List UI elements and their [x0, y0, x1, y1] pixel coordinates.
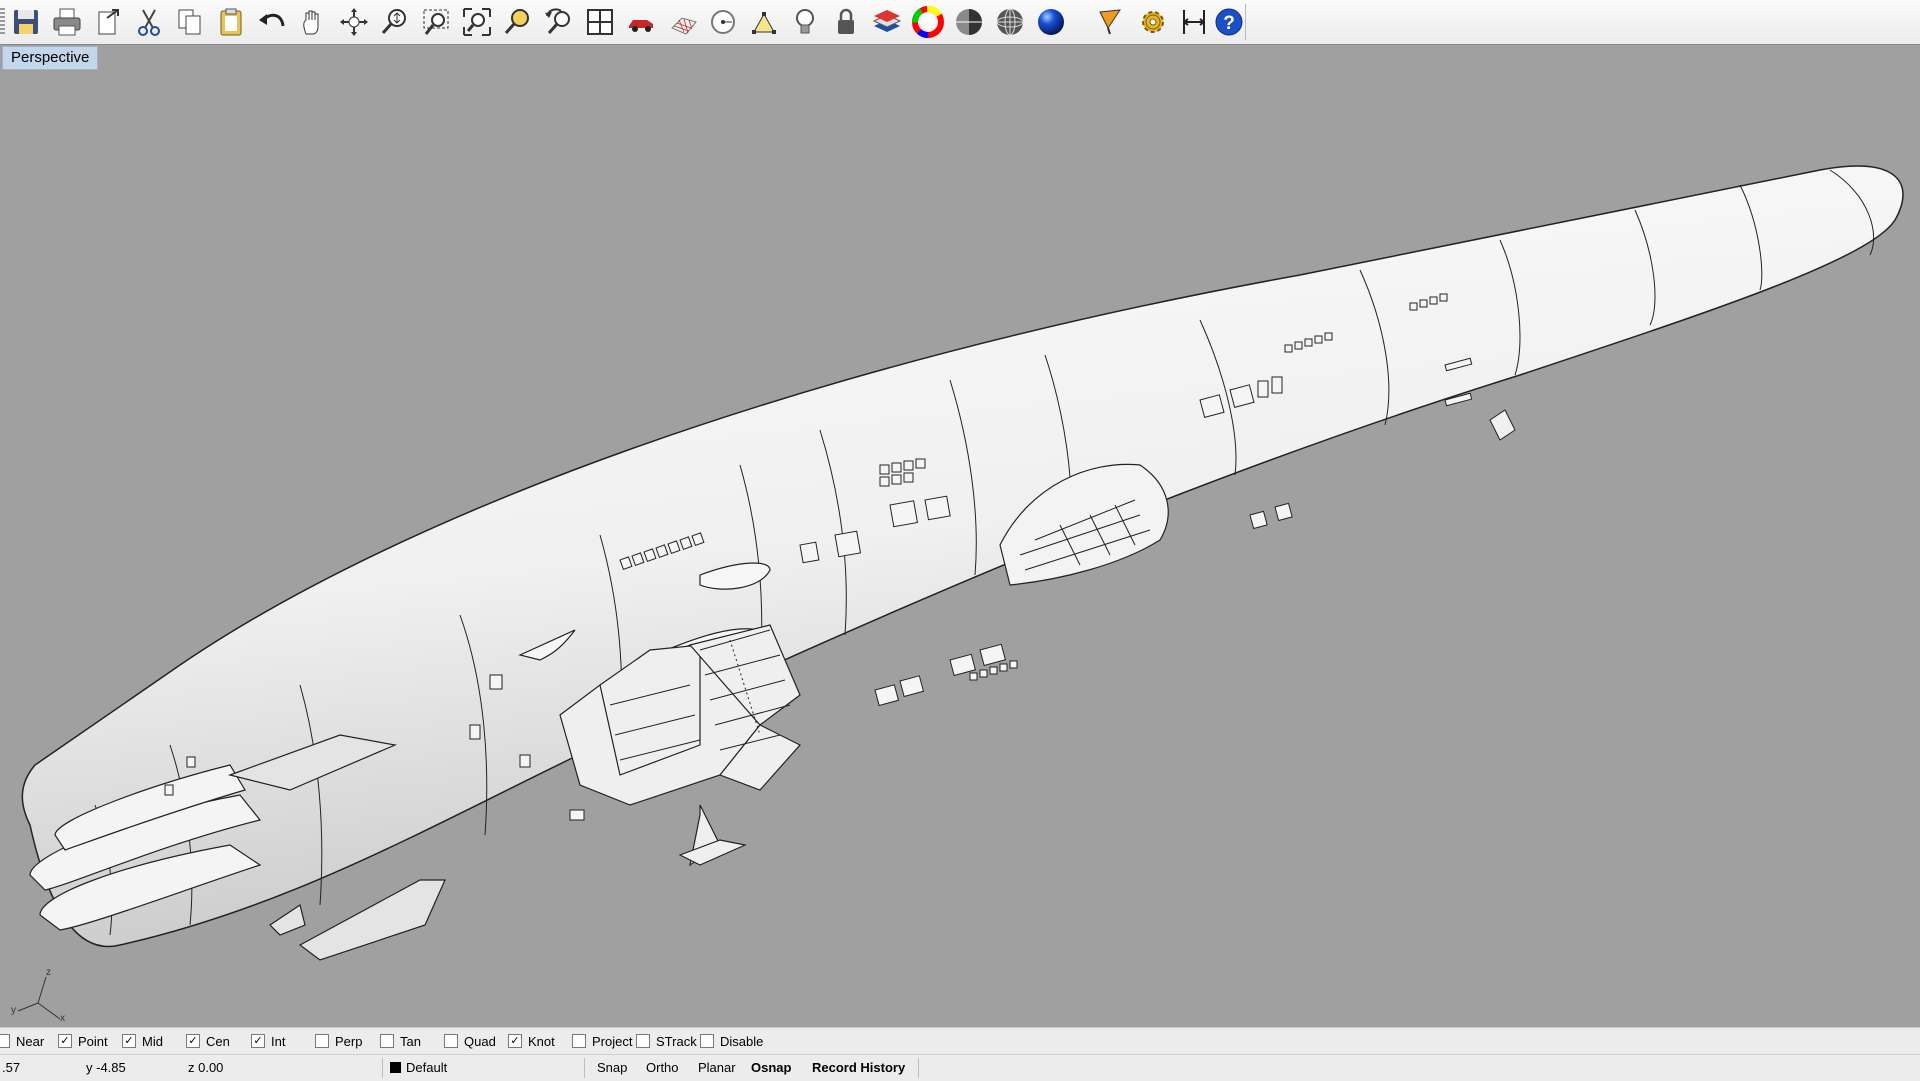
main-toolbar: ? — [0, 0, 1920, 45]
axis-z-label: z — [46, 967, 51, 978]
cut-icon[interactable] — [130, 3, 168, 41]
grid-plane-icon[interactable] — [663, 3, 701, 41]
pan-hand-icon[interactable] — [294, 3, 332, 41]
osnap-checkbox[interactable] — [0, 1034, 10, 1048]
undo-view-icon[interactable] — [540, 3, 578, 41]
point-object-icon[interactable] — [704, 3, 742, 41]
osnap-quad[interactable]: Quad — [444, 1032, 496, 1050]
status-separator — [584, 1058, 585, 1078]
osnap-bar: Near ✓ Point ✓ Mid ✓ Cen ✓ Int Perp Tan Quad… — [0, 1027, 1920, 1055]
osnap-project[interactable]: Project — [572, 1032, 632, 1050]
snap-toggle[interactable]: Snap — [597, 1060, 627, 1075]
axis-indicator: z x y — [11, 967, 65, 1023]
osnap-toggle[interactable]: Osnap — [751, 1060, 791, 1075]
pen-icon[interactable] — [1093, 3, 1131, 41]
osnap-checkbox[interactable] — [315, 1034, 329, 1048]
osnap-checkbox[interactable] — [380, 1034, 394, 1048]
osnap-point[interactable]: ✓ Point — [58, 1032, 108, 1050]
current-layer[interactable]: Default — [390, 1060, 447, 1075]
four-viewports-icon[interactable] — [581, 3, 619, 41]
gear-icon[interactable] — [1134, 3, 1172, 41]
copy-icon[interactable] — [171, 3, 209, 41]
osnap-disable[interactable]: Disable — [700, 1032, 763, 1050]
osnap-mid[interactable]: ✓ Mid — [122, 1032, 163, 1050]
osnap-checkbox[interactable]: ✓ — [58, 1034, 72, 1048]
hull-body — [21, 165, 1904, 948]
spaceship-model[interactable] — [0, 45, 1920, 1028]
planar-toggle[interactable]: Planar — [698, 1060, 736, 1075]
undo-icon[interactable] — [253, 3, 291, 41]
color-wheel-icon[interactable] — [909, 3, 947, 41]
shaded-sphere-icon[interactable] — [950, 3, 988, 41]
osnap-checkbox[interactable]: ✓ — [508, 1034, 522, 1048]
help-icon[interactable]: ? — [1210, 3, 1248, 41]
import-icon[interactable] — [89, 3, 127, 41]
osnap-cen[interactable]: ✓ Cen — [186, 1032, 230, 1050]
status-bar: .57 y -4.85 z 0.00 Default Snap Ortho Pl… — [0, 1054, 1920, 1081]
svg-text:?: ? — [1223, 13, 1235, 34]
wireframe-sphere-icon[interactable] — [991, 3, 1029, 41]
osnap-checkbox[interactable]: ✓ — [122, 1034, 136, 1048]
record-history-toggle[interactable]: Record History — [812, 1060, 905, 1075]
osnap-perp[interactable]: Perp — [315, 1032, 362, 1050]
osnap-checkbox[interactable] — [636, 1034, 650, 1048]
toolbar-separator — [1245, 4, 1246, 40]
osnap-strack[interactable]: STrack — [636, 1032, 697, 1050]
dimension-icon[interactable] — [1175, 3, 1213, 41]
osnap-checkbox[interactable] — [444, 1034, 458, 1048]
ortho-toggle[interactable]: Ortho — [646, 1060, 679, 1075]
perspective-viewport[interactable]: Perspective z x y — [0, 44, 1920, 1028]
osnap-near[interactable]: Near — [0, 1032, 44, 1050]
zoom-extents-icon[interactable] — [458, 3, 496, 41]
layer-color-swatch — [390, 1062, 401, 1073]
coord-z: z 0.00 — [188, 1060, 224, 1075]
zoom-window-icon[interactable] — [417, 3, 455, 41]
osnap-checkbox[interactable]: ✓ — [186, 1034, 200, 1048]
osnap-knot[interactable]: ✓ Knot — [508, 1032, 555, 1050]
osnap-tan[interactable]: Tan — [380, 1032, 421, 1050]
axis-x-label: x — [60, 1013, 65, 1023]
render-sphere-icon[interactable] — [1032, 3, 1070, 41]
status-separator — [382, 1058, 383, 1078]
osnap-checkbox[interactable] — [572, 1034, 586, 1048]
osnap-int[interactable]: ✓ Int — [251, 1032, 285, 1050]
save-icon[interactable] — [7, 3, 45, 41]
osnap-checkbox[interactable] — [700, 1034, 714, 1048]
rotate-view-icon[interactable] — [335, 3, 373, 41]
zoom-selected-icon[interactable] — [499, 3, 537, 41]
osnap-checkbox[interactable]: ✓ — [251, 1034, 265, 1048]
paste-icon[interactable] — [212, 3, 250, 41]
layers-icon[interactable] — [868, 3, 906, 41]
toolbar-grip[interactable] — [0, 8, 5, 36]
axis-y-label: y — [11, 1005, 16, 1016]
print-icon[interactable] — [48, 3, 86, 41]
light-bulb-icon[interactable] — [786, 3, 824, 41]
coord-x: .57 — [2, 1060, 21, 1075]
lock-icon[interactable] — [827, 3, 865, 41]
car-icon[interactable] — [622, 3, 660, 41]
status-separator — [918, 1058, 919, 1078]
coord-y: y -4.85 — [86, 1060, 126, 1075]
zoom-dynamic-icon[interactable] — [376, 3, 414, 41]
select-points-icon[interactable] — [745, 3, 783, 41]
